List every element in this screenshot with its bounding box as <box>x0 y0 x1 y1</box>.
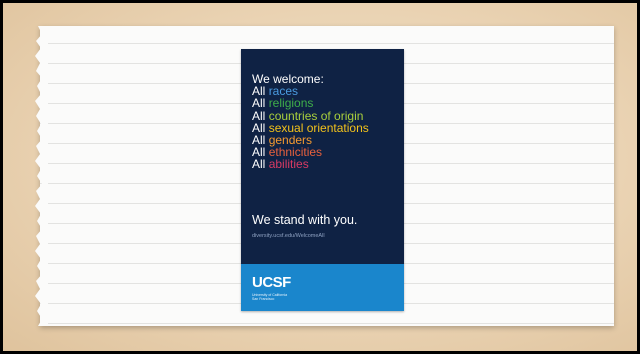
ucsf-logo: UCSF <box>252 274 291 291</box>
poster-lines: All races All religions All countries of o… <box>252 85 369 170</box>
poster-line-prefix: All <box>252 157 266 172</box>
poster-line-word: abilities <box>268 157 309 172</box>
poster-stand-text: We stand with you. <box>252 213 358 227</box>
welcome-poster: We welcome: All races All religions All co… <box>241 49 404 311</box>
poster-url: diversity.ucsf.edu/WelcomeAll <box>252 233 325 239</box>
poster-text: We welcome: All races All religions All co… <box>252 73 369 171</box>
logo-subtitle-line-2: San Francisco <box>252 297 275 301</box>
slide-frame: We welcome: All races All religions All co… <box>0 0 640 354</box>
ucsf-logo-subtitle: University of California San Francisco <box>252 293 287 301</box>
poster-line: All abilities <box>252 158 369 170</box>
torn-edge-icon <box>35 26 48 326</box>
